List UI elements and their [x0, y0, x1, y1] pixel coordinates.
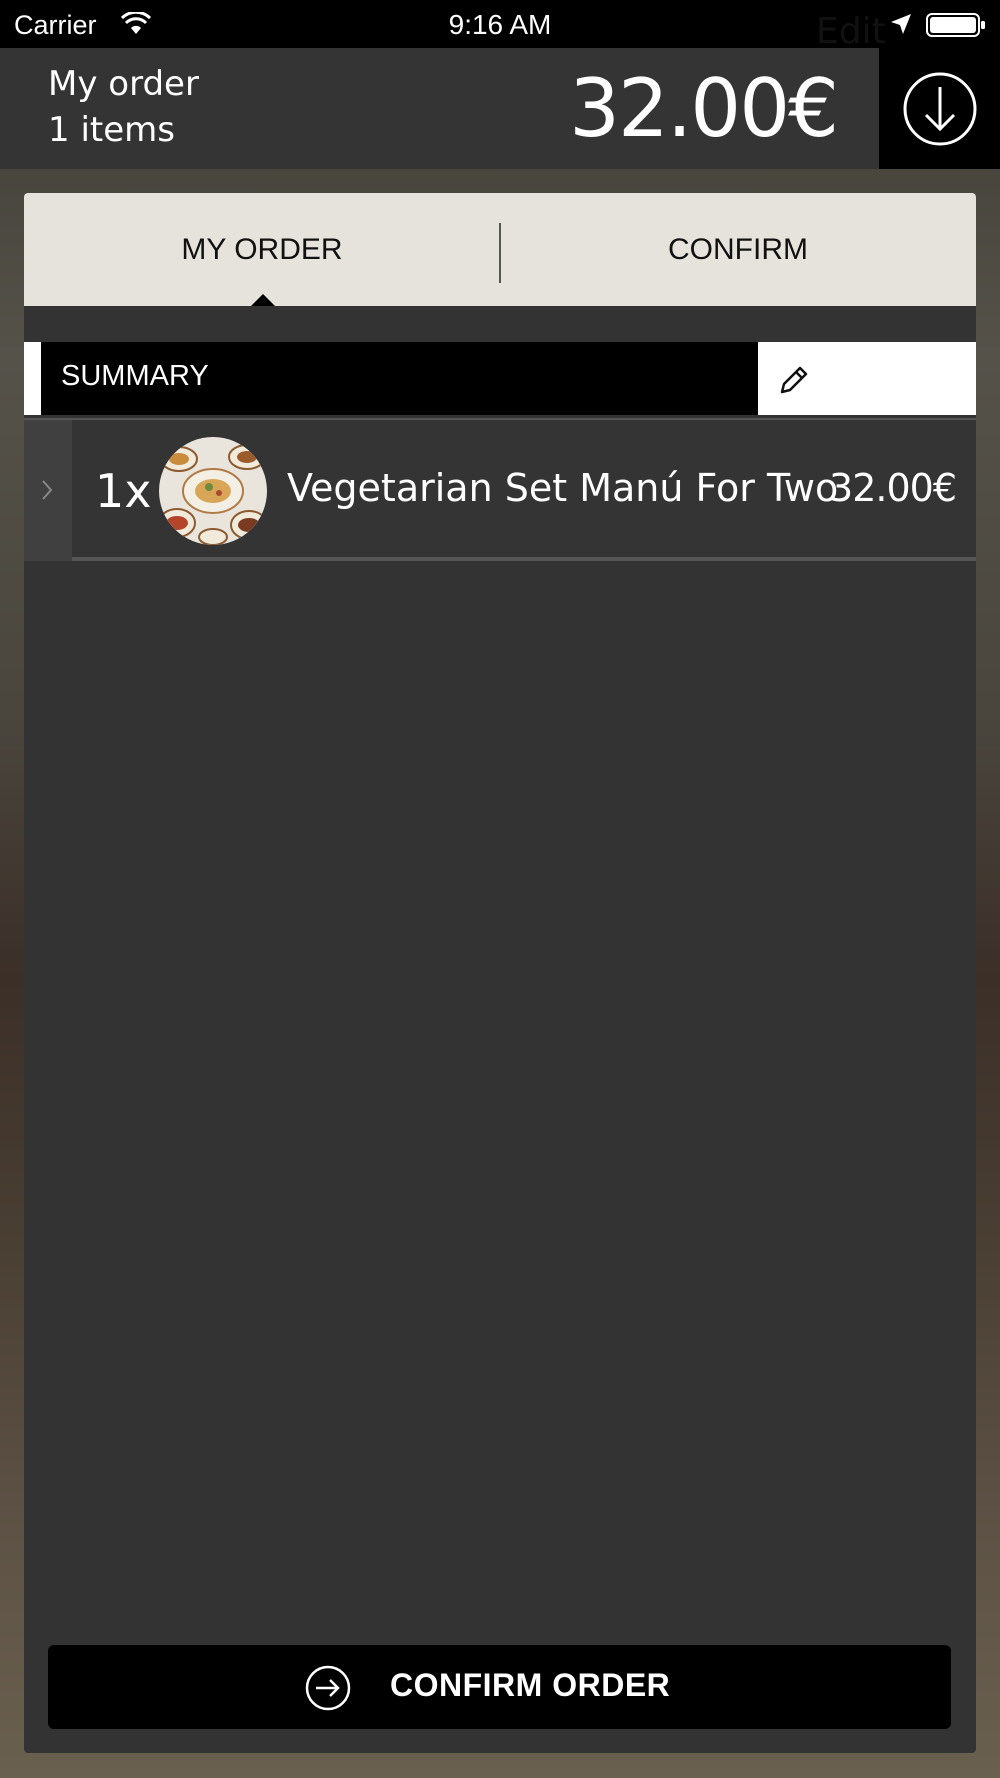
- item-count: 1 items: [48, 110, 175, 150]
- chevron-right-icon: [42, 480, 53, 500]
- row-expand-button[interactable]: [24, 420, 72, 561]
- item-quantity: 1x: [95, 464, 152, 518]
- location-arrow-icon: [891, 14, 911, 34]
- confirm-order-label: CONFIRM ORDER: [390, 1667, 671, 1703]
- tab-my-order[interactable]: MY ORDER: [24, 193, 500, 306]
- confirm-order-button[interactable]: CONFIRM ORDER: [48, 1645, 951, 1729]
- order-panel: MY ORDER CONFIRM SUMMARY 1x Vegetarian S…: [24, 193, 976, 1753]
- order-title: My order: [48, 64, 199, 104]
- order-total: 32.00€: [569, 62, 839, 155]
- edit-button[interactable]: [758, 342, 976, 415]
- summary-label: SUMMARY: [61, 360, 209, 392]
- item-thumbnail: [159, 437, 267, 545]
- tab-bar: MY ORDER CONFIRM: [24, 193, 976, 306]
- edit-label[interactable]: Edit: [816, 11, 886, 52]
- arrow-down-circle-icon: [903, 72, 977, 146]
- item-name: Vegetarian Set Manú For Two: [287, 466, 839, 510]
- active-tab-indicator: [251, 294, 275, 306]
- collapse-order-button[interactable]: [879, 48, 1000, 169]
- order-header: My order 1 items 32.00€: [0, 48, 879, 169]
- arrow-right-circle-icon: [305, 1665, 351, 1711]
- summary-header: SUMMARY: [41, 342, 758, 415]
- order-item-row[interactable]: 1x Vegetarian Set Manú For Two 32.00€: [24, 418, 976, 561]
- tab-confirm[interactable]: CONFIRM: [500, 193, 976, 306]
- food-dish-image: [159, 437, 267, 545]
- battery-icon: [926, 13, 985, 37]
- item-price: 32.00€: [829, 466, 957, 510]
- pencil-icon: [780, 366, 808, 394]
- summary-bar: SUMMARY: [24, 342, 976, 415]
